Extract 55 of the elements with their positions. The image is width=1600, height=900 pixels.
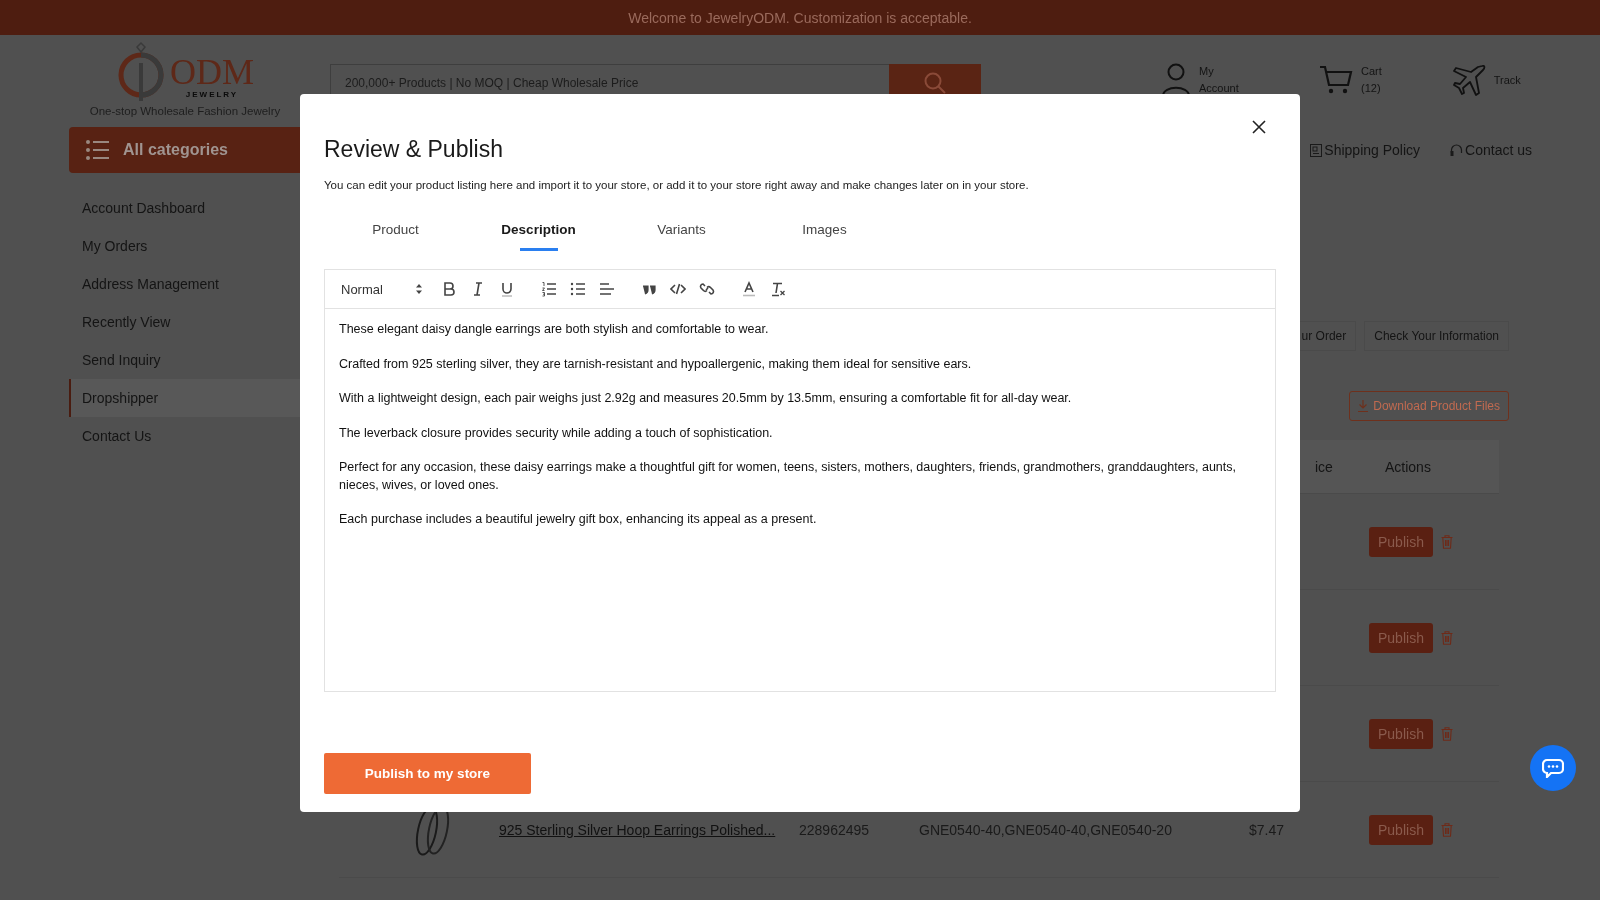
account-link[interactable]: My Account <box>1161 63 1249 97</box>
editor-paragraph: Each purchase includes a beautiful jewelry gift box, enhancing its appeal as a present. <box>339 511 818 528</box>
nav-link[interactable]: Shipping Policy <box>1310 142 1421 158</box>
chat-button[interactable] <box>1530 745 1576 791</box>
headset-icon <box>1450 143 1464 157</box>
code-icon[interactable] <box>670 281 686 297</box>
logo-text: ODM <box>170 54 254 90</box>
chat-icon <box>1542 758 1564 778</box>
logo-subtext: JEWELRY <box>185 90 239 99</box>
clear-format-icon[interactable] <box>770 281 786 297</box>
ring-logo-icon <box>116 41 166 103</box>
banner-text: Welcome to JewelryODM. Customization is acceptable. <box>628 9 972 26</box>
publish-button[interactable]: Publish <box>1369 622 1433 653</box>
numbered-list-icon[interactable] <box>541 281 557 297</box>
tab[interactable]: Product <box>324 217 467 251</box>
format-dropdown[interactable]: Normal <box>341 281 423 297</box>
modal-description: You can edit your product listing here and import it to your store, or add it to your store right away and make changes later on in your store. <box>324 179 1030 191</box>
column-header: ice <box>1314 458 1334 475</box>
bold-icon[interactable] <box>441 281 457 297</box>
text-color-icon[interactable] <box>741 281 757 297</box>
menu-icon <box>85 139 109 161</box>
close-icon <box>1252 120 1266 134</box>
nav-link[interactable]: Contact us <box>1450 142 1532 158</box>
cart-link[interactable]: Cart (12) <box>1319 63 1382 97</box>
text-editor[interactable] <box>324 269 1276 692</box>
publish-button[interactable]: Publish <box>1369 526 1433 557</box>
underline-icon[interactable] <box>499 281 515 297</box>
search-icon <box>923 70 947 95</box>
editor-paragraph: The leverback closure provides security while adding a touch of sophistication. <box>339 424 774 442</box>
download-icon <box>1358 400 1369 412</box>
editor-paragraph: These elegant daisy dangle earrings are both stylish and comfortable to wear. <box>339 321 770 338</box>
cart-count: (12) <box>1361 81 1382 96</box>
column-header: Actions <box>1384 458 1432 475</box>
publish-to-store-button[interactable]: Publish to my store <box>324 753 531 794</box>
download-button[interactable]: Download Product Files <box>1349 391 1509 421</box>
airplane-icon <box>1451 64 1486 96</box>
user-icon <box>1161 63 1191 97</box>
modal-title: Review & Publish <box>324 136 503 163</box>
track-link[interactable]: Track <box>1451 63 1521 97</box>
cart-icon <box>1319 64 1353 96</box>
editor-paragraph: Perfect for any occasion, these daisy earrings make a thoughtful gift for women, teens, sisters, mothers, daughters, friends, grandmothers, granddaughters, aunts, nieces, wives, or loved ones. <box>339 459 1237 494</box>
link-icon[interactable] <box>699 281 715 297</box>
tab[interactable]: Images <box>753 217 896 251</box>
cart-label: Cart <box>1361 64 1382 79</box>
step-tab[interactable]: Check Your Information <box>1364 321 1509 351</box>
document-icon <box>1310 143 1323 157</box>
publish-button[interactable]: Publish <box>1369 814 1433 845</box>
editor-paragraph: Crafted from 925 sterling silver, they are tarnish-resistant and hypoallergenic, making them ideal for sensitive ears. <box>339 355 973 373</box>
sort-icon <box>415 283 423 295</box>
align-left-icon[interactable] <box>599 281 615 297</box>
bullet-list-icon[interactable] <box>570 281 586 297</box>
tab[interactable]: Variants <box>610 217 753 251</box>
product-link[interactable]: 925 Sterling Silver Hoop Earrings Polished... <box>499 821 776 838</box>
publish-button[interactable]: Publish <box>1369 718 1433 749</box>
editor-paragraph: With a lightweight design, each pair weighs just 2.92g and measures 20.5mm by 13.5mm, ensuring a comfortable fit for all-day wear. <box>339 390 1073 407</box>
